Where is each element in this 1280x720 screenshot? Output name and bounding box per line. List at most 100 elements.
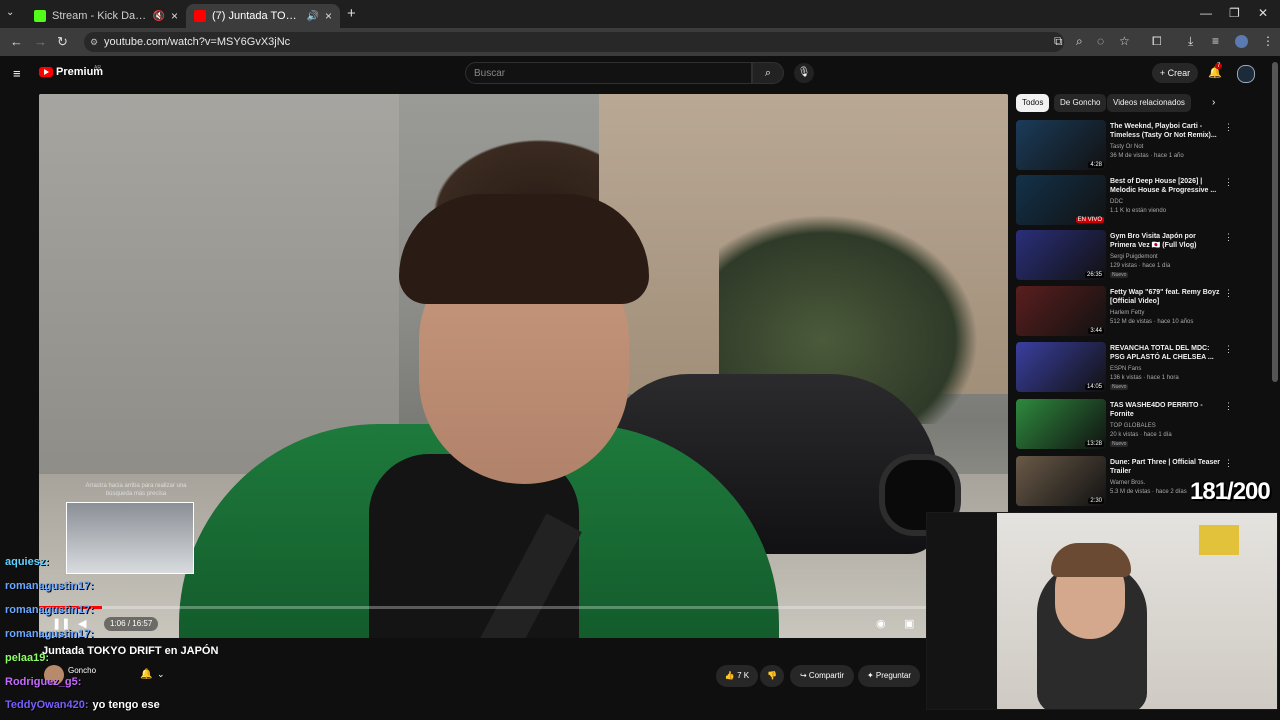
search-button[interactable]: ⌕: [752, 62, 784, 84]
dislike-button[interactable]: 👎: [760, 665, 784, 687]
kick-favicon-icon: [34, 10, 46, 22]
zoom-icon[interactable]: ⌕: [1076, 34, 1083, 49]
duration-badge: 14:05: [1084, 384, 1104, 390]
video-meta: 20 k vistas · hace 1 día: [1110, 432, 1172, 438]
seek-preview-thumbnail: [66, 502, 194, 574]
more-options-icon[interactable]: ⋮: [1224, 177, 1233, 188]
new-badge: Nuevo: [1110, 384, 1129, 390]
like-count: 7 K: [737, 671, 750, 680]
more-options-icon[interactable]: ⋮: [1224, 344, 1233, 355]
minimize-icon[interactable]: —: [1200, 6, 1212, 20]
recommended-video[interactable]: 13:28 TAS WASHE4DO PERRITO - Fornite TOP G…: [1016, 399, 1261, 453]
browser-menu-icon[interactable]: ⋮: [1262, 34, 1274, 48]
account-avatar[interactable]: [1237, 65, 1255, 83]
tab-title: Stream - Kick Dashboard: [52, 10, 147, 22]
thumbs-up-icon: 👍: [724, 671, 735, 680]
more-options-icon[interactable]: ⋮: [1224, 232, 1233, 243]
hamburger-menu-icon[interactable]: ≡: [13, 66, 21, 81]
site-info-icon[interactable]: ⚙: [90, 32, 98, 52]
duration-badge: 2:30: [1088, 498, 1104, 504]
more-options-icon[interactable]: ⋮: [1224, 401, 1233, 412]
recommended-video[interactable]: 14:05 REVANCHA TOTAL DEL MDC: PSG APLASTÓ…: [1016, 342, 1261, 396]
video-title: Fetty Wap "679" feat. Remy Boyz [Officia…: [1110, 289, 1220, 305]
video-title: Gym Bro Visita Japón por Primera Vez 🇯🇵 …: [1110, 233, 1197, 249]
download-icon[interactable]: ⤓: [1188, 34, 1193, 49]
video-thumbnail[interactable]: 3:44: [1016, 286, 1106, 336]
more-options-icon[interactable]: ⋮: [1224, 458, 1233, 469]
duration-badge: 4:28: [1088, 162, 1104, 168]
youtube-favicon-icon: [194, 10, 206, 22]
url-text: youtube.com/watch?v=MSY6GvX3jNc: [104, 36, 291, 48]
ask-button[interactable]: ✦ Preguntar: [858, 665, 920, 687]
recommended-video[interactable]: 26:35 Gym Bro Visita Japón por Primera Ve…: [1016, 230, 1261, 284]
address-bar[interactable]: ⚙ youtube.com/watch?v=MSY6GvX3jNc: [84, 32, 1064, 52]
recommended-video[interactable]: 4:28 The Weeknd, Playboi Carti - Timeless…: [1016, 120, 1261, 174]
media-controls-icon[interactable]: ≡: [1212, 34, 1219, 48]
chip-de-goncho[interactable]: De Goncho: [1054, 94, 1107, 112]
eye-off-icon[interactable]: ◌: [1097, 34, 1104, 48]
close-tab-icon[interactable]: ×: [325, 9, 332, 23]
webcam-dark-panel: [927, 513, 997, 709]
video-hair: [399, 194, 649, 304]
progress-bar[interactable]: [39, 606, 1008, 609]
video-title: The Weeknd, Playboi Carti - Timeless (Ta…: [1110, 123, 1217, 139]
close-tab-icon[interactable]: ×: [171, 9, 178, 23]
browser-tab-kick[interactable]: Stream - Kick Dashboard 🔇 ×: [26, 4, 186, 28]
profile-avatar[interactable]: [1235, 35, 1248, 48]
share-button[interactable]: ↪ Compartir: [790, 665, 854, 687]
tab-list-icon[interactable]: ⌄: [6, 7, 14, 18]
time-display: 1:06 / 16:57: [104, 617, 159, 631]
install-app-icon[interactable]: ⧉: [1054, 34, 1063, 49]
video-thumbnail[interactable]: 26:35: [1016, 230, 1106, 280]
new-tab-icon[interactable]: +: [347, 5, 356, 22]
bookmark-star-icon[interactable]: ☆: [1119, 34, 1130, 48]
search-input[interactable]: Buscar: [465, 62, 752, 84]
create-button[interactable]: + Crear: [1152, 63, 1198, 83]
recommended-video[interactable]: EN VIVO Best of Deep House [2026] | Melod…: [1016, 175, 1261, 229]
reload-icon[interactable]: ↻: [57, 34, 68, 50]
sparkle-icon: ✦: [866, 671, 874, 680]
extensions-icon[interactable]: ⧠: [1152, 34, 1162, 49]
video-thumbnail[interactable]: EN VIVO: [1016, 175, 1106, 225]
autoplay-toggle-icon[interactable]: ◉: [876, 617, 886, 630]
browser-tab-youtube[interactable]: (7) Juntada TOKYO DRIFT en JAPÓN 🔊 ×: [186, 4, 340, 28]
chip-videos-relacionados[interactable]: Videos relacionados: [1107, 94, 1191, 112]
page-scrollbar[interactable]: [1272, 62, 1278, 382]
forward-icon[interactable]: →: [34, 34, 47, 49]
channel-name: DDC: [1110, 199, 1123, 205]
video-thumbnail[interactable]: 4:28: [1016, 120, 1106, 170]
video-thumbnail[interactable]: 13:28: [1016, 399, 1106, 449]
webcam-sign: [1199, 525, 1239, 555]
back-icon[interactable]: ←: [10, 34, 23, 49]
live-badge: EN VIVO: [1075, 217, 1104, 223]
chip-todos[interactable]: Todos: [1016, 94, 1050, 112]
more-options-icon[interactable]: ⋮: [1224, 288, 1233, 299]
chevron-right-icon[interactable]: ›: [1212, 97, 1215, 108]
miniplayer-icon[interactable]: ▣: [904, 617, 914, 630]
chat-username: TeddyOwan420:: [5, 699, 89, 711]
ask-label: Preguntar: [875, 671, 912, 680]
restore-icon[interactable]: ❐: [1229, 6, 1240, 20]
channel-name: Harlem Fetty: [1110, 310, 1145, 316]
video-thumbnail[interactable]: 14:05: [1016, 342, 1106, 392]
video-title: Juntada TOKYO DRIFT en JAPÓN: [42, 645, 219, 657]
new-badge: Nuevo: [1110, 272, 1129, 278]
muted-icon[interactable]: 🔇: [153, 11, 165, 22]
chat-message: aquiesz:: [5, 556, 53, 568]
duration-badge: 3:44: [1088, 328, 1104, 334]
audio-playing-icon[interactable]: 🔊: [307, 11, 319, 22]
youtube-logo-icon[interactable]: [39, 67, 53, 77]
voice-search-icon[interactable]: 🎙: [794, 63, 814, 83]
video-thumbnail[interactable]: 2:30: [1016, 456, 1106, 506]
channel-name[interactable]: Goncho: [68, 666, 96, 675]
more-options-icon[interactable]: ⋮: [1224, 122, 1233, 133]
close-window-icon[interactable]: ✕: [1258, 6, 1268, 20]
subscribe-bell-icon[interactable]: 🔔: [140, 669, 152, 680]
chat-text: yo tengo ese: [92, 699, 160, 711]
like-button[interactable]: 👍 7 K: [716, 665, 758, 687]
chat-username: romanagustin17:: [5, 580, 94, 592]
channel-name: Warner Bros.: [1110, 480, 1146, 486]
chevron-down-icon[interactable]: ⌄: [157, 669, 165, 680]
recommended-video[interactable]: 3:44 Fetty Wap "679" feat. Remy Boyz [Off…: [1016, 286, 1261, 340]
tab-title: (7) Juntada TOKYO DRIFT en JAPÓN: [212, 10, 301, 22]
